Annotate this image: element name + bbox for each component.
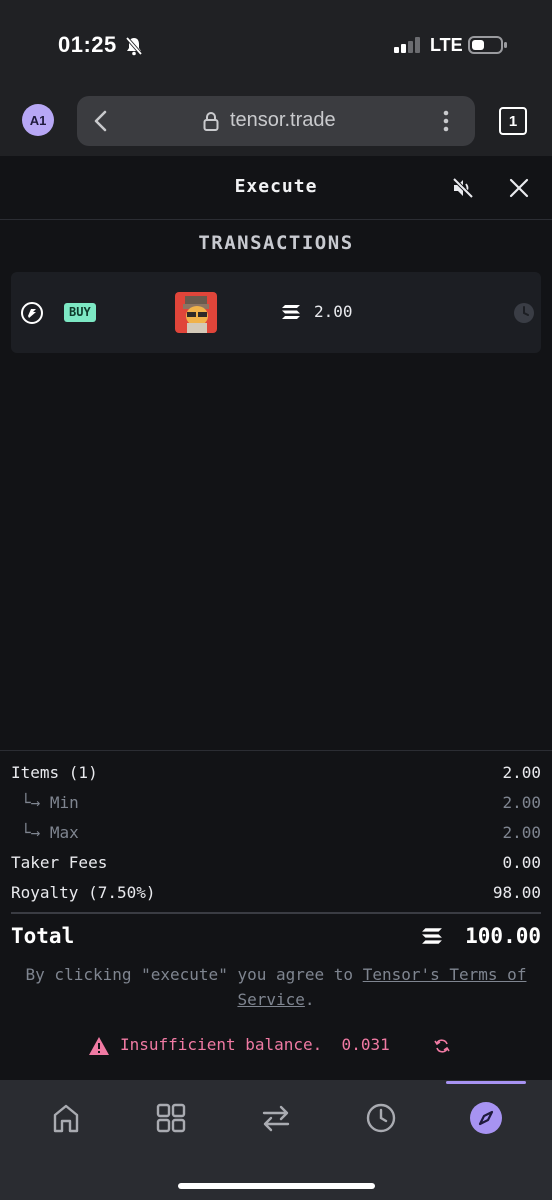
summary-min: └→ Min 2.00 — [11, 793, 541, 815]
close-icon[interactable] — [508, 177, 530, 199]
url-text: tensor.trade — [230, 109, 336, 131]
transactions-title: TRANSACTIONS — [198, 232, 354, 254]
nft-thumbnail — [175, 292, 217, 333]
clock-icon — [366, 1103, 396, 1133]
bottom-nav — [0, 1080, 552, 1200]
status-time: 01:25 — [58, 32, 117, 57]
max-label: └→ Max — [21, 823, 79, 842]
address-bar[interactable]: tensor.trade — [77, 96, 475, 146]
min-label: └→ Min — [21, 793, 79, 812]
battery-icon — [468, 36, 507, 54]
tabs-count-button[interactable]: 1 — [499, 107, 527, 135]
modal-header: Execute — [0, 156, 552, 220]
grid-icon — [156, 1103, 186, 1133]
pending-clock-icon — [514, 303, 534, 323]
balance-warning: Insufficient balance. 0.031 — [0, 1034, 552, 1058]
total-value: 100.00 — [465, 924, 541, 948]
status-bar: 01:25 LTE — [0, 0, 552, 92]
solana-icon — [422, 928, 442, 944]
nav-collections[interactable] — [151, 1098, 191, 1138]
divider — [0, 750, 552, 751]
fees-label: Taker Fees — [11, 853, 108, 872]
nav-swap[interactable] — [256, 1098, 296, 1138]
warning-text: Insufficient balance. 0.031 — [120, 1035, 390, 1054]
nav-home[interactable] — [46, 1098, 86, 1138]
sound-muted-icon[interactable] — [452, 177, 474, 199]
summary-taker-fees: Taker Fees 0.00 — [11, 853, 541, 875]
total-label: Total — [11, 924, 75, 948]
home-indicator — [178, 1183, 375, 1189]
nav-explore[interactable] — [466, 1098, 506, 1138]
royalty-label: Royalty (7.50%) — [11, 883, 156, 902]
profile-avatar[interactable]: A1 — [22, 104, 54, 136]
bell-muted-icon — [125, 36, 143, 56]
terms-notice: By clicking "execute" you agree to Tenso… — [8, 962, 544, 1012]
items-value: 2.00 — [502, 763, 541, 782]
swap-icon — [262, 1105, 290, 1132]
royalty-value: 98.00 — [492, 883, 541, 902]
tensor-logo-icon — [21, 302, 43, 324]
transaction-row[interactable]: BUY 2.00 — [11, 272, 541, 353]
terms-suffix: . — [304, 990, 315, 1009]
more-options-icon[interactable] — [443, 110, 449, 132]
compass-icon — [470, 1102, 502, 1134]
lock-icon — [203, 112, 219, 131]
min-value: 2.00 — [502, 793, 541, 812]
items-label: Items (1) — [11, 763, 98, 782]
terms-prefix: By clicking "execute" you agree to — [25, 965, 363, 984]
signal-icon — [394, 37, 420, 53]
browser-bar: A1 tensor.trade 1 — [0, 92, 552, 156]
total-divider — [11, 912, 541, 914]
summary-royalty: Royalty (7.50%) 98.00 — [11, 883, 541, 905]
home-icon — [53, 1104, 79, 1133]
nav-activity[interactable] — [361, 1098, 401, 1138]
buy-badge: BUY — [64, 303, 96, 322]
transaction-price: 2.00 — [314, 302, 353, 321]
active-tab-indicator — [446, 1081, 526, 1084]
back-chevron-icon[interactable] — [93, 110, 109, 132]
network-label: LTE — [430, 35, 463, 55]
summary-items: Items (1) 2.00 — [11, 763, 541, 785]
summary-max: └→ Max 2.00 — [11, 823, 541, 845]
warning-icon — [89, 1037, 109, 1055]
max-value: 2.00 — [502, 823, 541, 842]
solana-icon — [282, 305, 300, 319]
fees-value: 0.00 — [502, 853, 541, 872]
refresh-icon[interactable] — [434, 1038, 450, 1054]
